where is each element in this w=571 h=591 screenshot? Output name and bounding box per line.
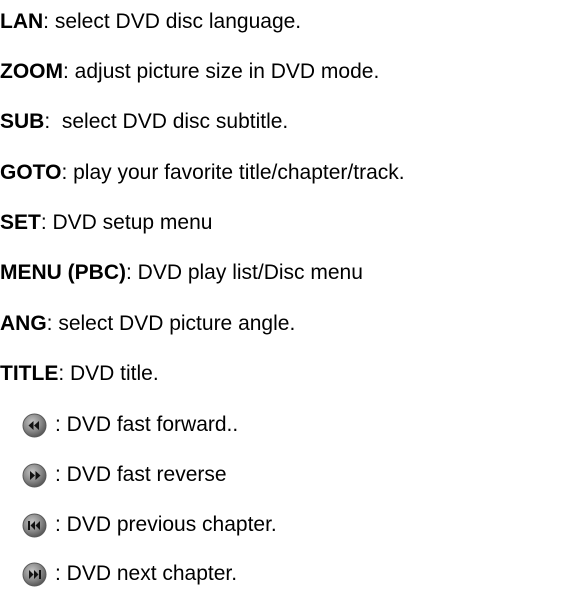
desc-lan: : select DVD disc language. — [43, 10, 302, 33]
definition-set: SET: DVD setup menu — [0, 211, 212, 235]
icon-item-previous-chapter: : DVD previous chapter. — [22, 512, 277, 538]
desc-goto: : play your favorite title/chapter/track… — [61, 161, 405, 184]
term-goto: GOTO — [0, 161, 62, 184]
definition-zoom: ZOOM: adjust picture size in DVD mode. — [0, 60, 379, 84]
desc-previous-chapter: : DVD previous chapter. — [55, 513, 277, 536]
next-chapter-icon — [22, 562, 47, 587]
definition-sub: SUB: select DVD disc subtitle. — [0, 110, 288, 134]
term-menu-pbc: MENU (PBC) — [0, 261, 126, 284]
rewind-icon — [22, 413, 47, 438]
term-title: TITLE — [0, 362, 59, 385]
desc-menu-pbc: : DVD play list/Disc menu — [126, 261, 363, 284]
previous-chapter-icon — [22, 513, 47, 538]
desc-set: : DVD setup menu — [40, 211, 213, 234]
remote-control-reference: LAN: select DVD disc language. ZOOM: adj… — [0, 0, 571, 591]
desc-next-chapter: : DVD next chapter. — [55, 562, 238, 585]
term-set: SET — [0, 211, 41, 234]
icon-item-next-chapter: : DVD next chapter. — [22, 561, 237, 587]
term-sub: SUB — [0, 110, 45, 133]
desc-title: : DVD title. — [58, 362, 159, 385]
term-ang: ANG — [0, 312, 47, 335]
desc-zoom: : adjust picture size in DVD mode. — [63, 60, 380, 83]
term-zoom: ZOOM — [0, 60, 63, 83]
definition-ang: ANG: select DVD picture angle. — [0, 312, 295, 336]
icon-item-rewind: : DVD fast forward.. — [22, 412, 238, 438]
definition-title: TITLE: DVD title. — [0, 362, 159, 386]
desc-fast-forward: : DVD fast reverse — [55, 463, 227, 486]
fast-forward-icon — [22, 463, 47, 488]
desc-rewind: : DVD fast forward.. — [55, 413, 239, 436]
definition-goto: GOTO: play your favorite title/chapter/t… — [0, 161, 405, 185]
icon-item-fast-forward: : DVD fast reverse — [22, 462, 227, 488]
definition-lan: LAN: select DVD disc language. — [0, 10, 301, 34]
definition-menu-pbc: MENU (PBC): DVD play list/Disc menu — [0, 261, 363, 285]
desc-sub: : select DVD disc subtitle. — [44, 110, 289, 133]
desc-ang: : select DVD picture angle. — [46, 312, 296, 335]
term-lan: LAN — [0, 10, 44, 33]
